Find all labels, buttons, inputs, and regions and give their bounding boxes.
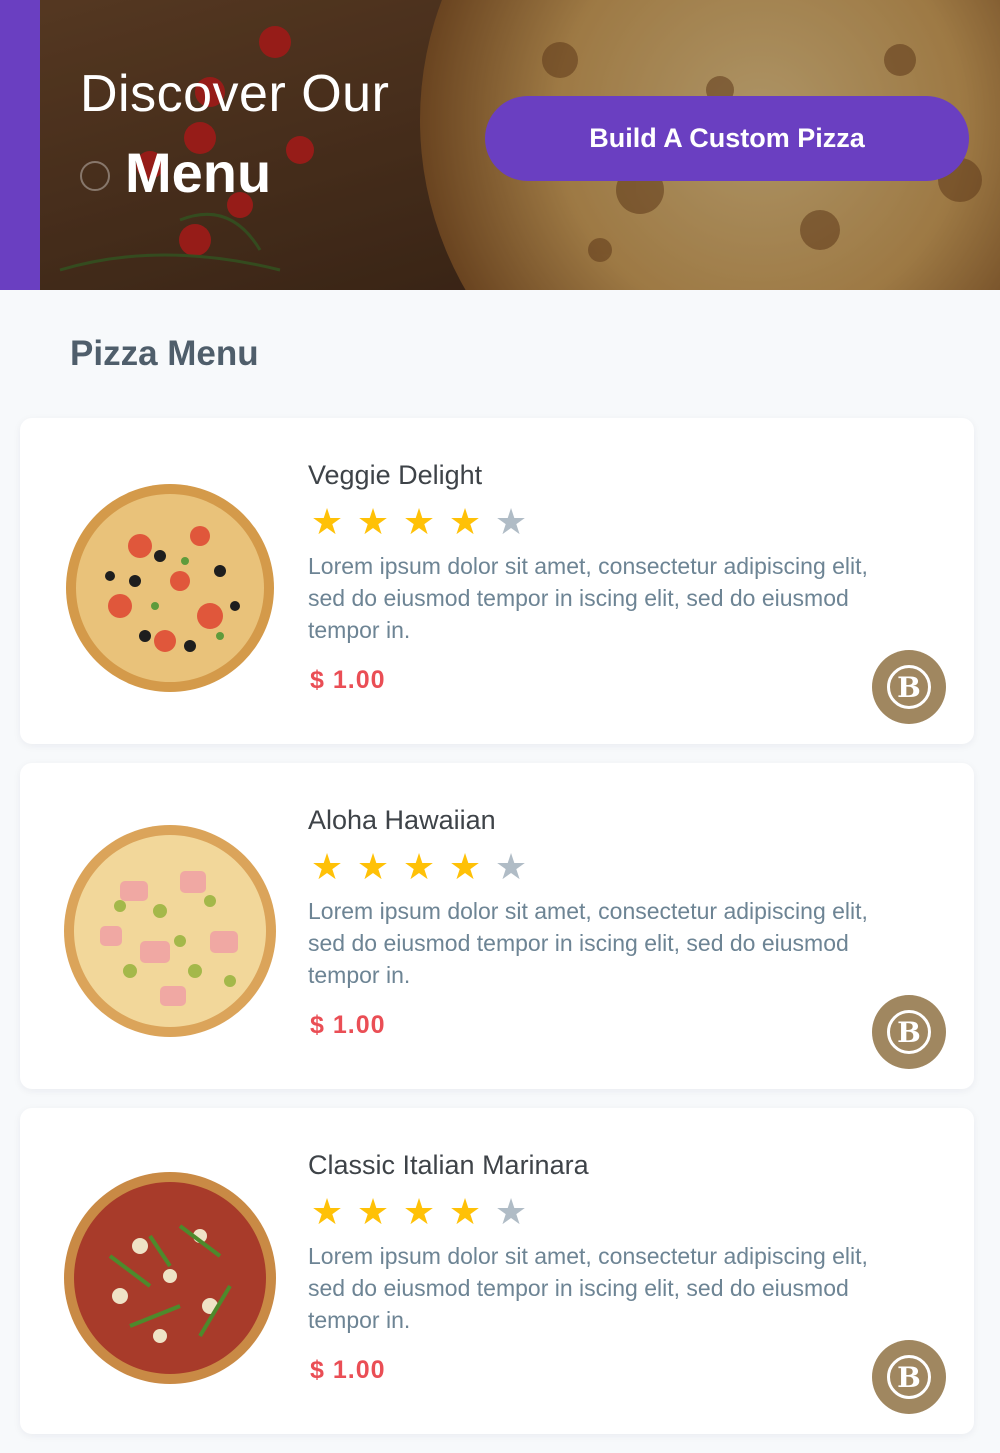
marinara-pizza-image <box>64 1172 276 1384</box>
decorative-ring-icon <box>80 161 110 191</box>
star-empty-icon: ★ <box>494 501 528 542</box>
hawaiian-pizza-image <box>64 825 276 1037</box>
star-filled-icon: ★ <box>310 846 344 887</box>
star-filled-icon: ★ <box>310 1191 344 1232</box>
star-filled-icon: ★ <box>356 846 390 887</box>
pizza-description: Lorem ipsum dolor sit amet, consectetur … <box>308 553 868 643</box>
pizza-name: Classic Italian Marinara <box>308 1150 589 1180</box>
pizza-description: Lorem ipsum dolor sit amet, consectetur … <box>308 898 868 988</box>
hero-title-line1: Discover Our <box>80 65 390 123</box>
pizza-description: Lorem ipsum dolor sit amet, consectetur … <box>308 1243 868 1333</box>
brand-badge-button[interactable]: B <box>872 650 946 724</box>
veggie-pizza-image <box>66 484 274 692</box>
build-custom-pizza-button[interactable]: Build A Custom Pizza <box>485 96 969 181</box>
pizza-price: $ 1.00 <box>310 1356 386 1384</box>
hero-title-line2: Menu <box>125 141 272 204</box>
star-filled-icon: ★ <box>448 846 482 887</box>
star-filled-icon: ★ <box>448 1191 482 1232</box>
star-empty-icon: ★ <box>494 1191 528 1232</box>
brand-logo-icon: B <box>887 1355 931 1399</box>
pizza-card-aloha-hawaiian[interactable]: Aloha Hawaiian ★ ★ ★ ★ ★ Lorem ipsum dol… <box>20 763 974 1089</box>
pizza-name: Veggie Delight <box>308 460 483 490</box>
pizza-card-classic-italian-marinara[interactable]: Classic Italian Marinara ★ ★ ★ ★ ★ Lorem… <box>20 1108 974 1434</box>
brand-logo-icon: B <box>887 1010 931 1054</box>
section-title: Pizza Menu <box>70 334 259 373</box>
brand-badge-button[interactable]: B <box>872 995 946 1069</box>
star-empty-icon: ★ <box>494 846 528 887</box>
rating-stars: ★ ★ ★ ★ ★ <box>308 1194 530 1230</box>
pizza-card-veggie-delight[interactable]: Veggie Delight ★ ★ ★ ★ ★ Lorem ipsum dol… <box>20 418 974 744</box>
rating-stars: ★ ★ ★ ★ ★ <box>308 504 530 540</box>
star-filled-icon: ★ <box>402 501 436 542</box>
hero-banner: Discover Our Menu Build A Custom Pizza <box>0 0 1000 290</box>
star-filled-icon: ★ <box>448 501 482 542</box>
pizza-name: Aloha Hawaiian <box>308 805 496 835</box>
brand-logo-icon: B <box>887 665 931 709</box>
star-filled-icon: ★ <box>356 501 390 542</box>
star-filled-icon: ★ <box>402 1191 436 1232</box>
pizza-price: $ 1.00 <box>310 666 386 694</box>
star-filled-icon: ★ <box>356 1191 390 1232</box>
pizza-list: Veggie Delight ★ ★ ★ ★ ★ Lorem ipsum dol… <box>20 418 974 1453</box>
star-filled-icon: ★ <box>310 501 344 542</box>
rating-stars: ★ ★ ★ ★ ★ <box>308 849 530 885</box>
brand-badge-button[interactable]: B <box>872 1340 946 1414</box>
star-filled-icon: ★ <box>402 846 436 887</box>
pizza-price: $ 1.00 <box>310 1011 386 1039</box>
hero-accent-bar <box>0 0 40 290</box>
